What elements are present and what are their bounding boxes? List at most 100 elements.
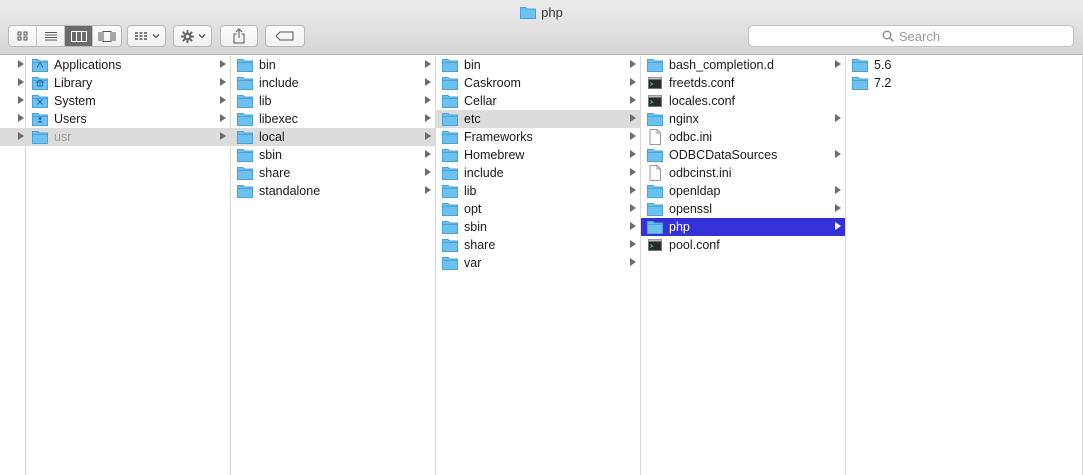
browser-item-sbin[interactable]: sbin: [231, 146, 435, 164]
browser-item-php[interactable]: php: [641, 218, 845, 236]
share-button[interactable]: [220, 25, 258, 47]
item-label: libexec: [259, 112, 298, 126]
browser-item-freetds-conf[interactable]: freetds.conf: [641, 74, 845, 92]
browser-item-users[interactable]: Users: [26, 110, 230, 128]
arrange-button[interactable]: [127, 25, 166, 47]
disclosure-arrow-icon: [425, 186, 431, 194]
browser-item-odbcdatasources[interactable]: ODBCDataSources: [641, 146, 845, 164]
list-view-button[interactable]: [37, 26, 65, 46]
folder-icon: [237, 183, 253, 199]
browser-item-5-6[interactable]: 5.6: [846, 56, 1082, 74]
browser-item-standalone[interactable]: standalone: [231, 182, 435, 200]
folder-icon: [852, 57, 868, 73]
item-label: etc: [464, 112, 481, 126]
browser-item-etc[interactable]: etc: [436, 110, 640, 128]
browser-item-usr[interactable]: usr: [26, 128, 230, 146]
item-label: pool.conf: [669, 238, 720, 252]
browser-item-bin[interactable]: bin: [231, 56, 435, 74]
item-label: 5.6: [874, 58, 892, 72]
column-view-button[interactable]: [65, 26, 93, 46]
share-icon: [233, 28, 245, 44]
item-label: nginx: [669, 112, 699, 126]
browser-item-odbcinst-ini[interactable]: odbcinst.ini: [641, 164, 845, 182]
gallery-icon: [98, 30, 116, 42]
browser-item-include[interactable]: include: [231, 74, 435, 92]
item-label: Cellar: [464, 94, 497, 108]
applications-folder-icon: [32, 57, 48, 73]
browser-item-lib[interactable]: lib: [231, 92, 435, 110]
browser-item-odbc-ini[interactable]: odbc.ini: [641, 128, 845, 146]
disclosure-arrow-icon: [220, 132, 226, 140]
browser-item-share[interactable]: share: [436, 236, 640, 254]
disclosure-arrow-icon[interactable]: [18, 96, 24, 104]
browser-item-cellar[interactable]: Cellar: [436, 92, 640, 110]
browser-item-local[interactable]: local: [231, 128, 435, 146]
item-label: share: [464, 238, 496, 252]
terminal-file-icon: [647, 237, 663, 253]
folder-icon: [237, 75, 253, 91]
browser-item-applications[interactable]: Applications: [26, 56, 230, 74]
disclosure-arrow-icon: [835, 114, 841, 122]
tag-icon: [275, 31, 294, 41]
browser-item-caskroom[interactable]: Caskroom: [436, 74, 640, 92]
browser-item-7-2[interactable]: 7.2: [846, 74, 1082, 92]
browser-item-var[interactable]: var: [436, 254, 640, 272]
folder-icon: [442, 111, 458, 127]
view-mode-segmented-control: [8, 25, 122, 47]
item-label: bash_completion.d: [669, 58, 774, 72]
item-label: lib: [464, 184, 477, 198]
gallery-view-button[interactable]: [93, 26, 121, 46]
browser-item-library[interactable]: Library: [26, 74, 230, 92]
browser-item-share[interactable]: share: [231, 164, 435, 182]
browser-item-openldap[interactable]: openldap: [641, 182, 845, 200]
browser-item-homebrew[interactable]: Homebrew: [436, 146, 640, 164]
disclosure-arrow-icon: [835, 204, 841, 212]
item-label: standalone: [259, 184, 321, 198]
disclosure-arrow-icon[interactable]: [18, 60, 24, 68]
browser-item-libexec[interactable]: libexec: [231, 110, 435, 128]
disclosure-arrow-icon: [835, 186, 841, 194]
tags-button[interactable]: [265, 25, 305, 47]
search-field[interactable]: Search: [748, 25, 1074, 47]
browser-item-pool-conf[interactable]: pool.conf: [641, 236, 845, 254]
browser-item-sbin[interactable]: sbin: [436, 218, 640, 236]
browser-column-1: Applications Library System Users usr: [26, 56, 231, 475]
folder-icon: [442, 57, 458, 73]
browser-item-nginx[interactable]: nginx: [641, 110, 845, 128]
browser-item-frameworks[interactable]: Frameworks: [436, 128, 640, 146]
search-placeholder: Search: [898, 28, 941, 44]
folder-icon: [647, 183, 663, 199]
browser-item-opt[interactable]: opt: [436, 200, 640, 218]
item-label: Applications: [54, 58, 122, 72]
action-button[interactable]: [173, 25, 212, 47]
disclosure-arrow-icon: [630, 222, 636, 230]
disclosure-arrow-icon: [630, 150, 636, 158]
disclosure-arrow-icon[interactable]: [18, 132, 24, 140]
folder-icon: [852, 75, 868, 91]
search-icon: [882, 30, 894, 42]
browser-item-bin[interactable]: bin: [436, 56, 640, 74]
item-label: var: [464, 256, 482, 270]
item-label: openldap: [669, 184, 721, 198]
folder-icon: [442, 147, 458, 163]
disclosure-arrow-icon: [220, 78, 226, 86]
disclosure-arrow-icon: [425, 96, 431, 104]
browser-item-include[interactable]: include: [436, 164, 640, 182]
disclosure-arrow-icon: [630, 168, 636, 176]
disclosure-arrow-icon: [630, 60, 636, 68]
disclosure-arrow-icon[interactable]: [18, 78, 24, 86]
disclosure-arrow-icon[interactable]: [18, 114, 24, 122]
item-label: openssl: [669, 202, 713, 216]
browser-item-lib[interactable]: lib: [436, 182, 640, 200]
window-title-label: php: [541, 4, 563, 20]
browser-item-system[interactable]: System: [26, 92, 230, 110]
browser-item-openssl[interactable]: openssl: [641, 200, 845, 218]
browser-item-locales-conf[interactable]: locales.conf: [641, 92, 845, 110]
folder-icon: [442, 219, 458, 235]
browser-item-bash-completion-d[interactable]: bash_completion.d: [641, 56, 845, 74]
item-label: share: [259, 166, 291, 180]
disclosure-arrow-icon: [220, 96, 226, 104]
disclosure-arrow-icon: [425, 114, 431, 122]
icon-view-button[interactable]: [9, 26, 37, 46]
item-label: Frameworks: [464, 130, 533, 144]
